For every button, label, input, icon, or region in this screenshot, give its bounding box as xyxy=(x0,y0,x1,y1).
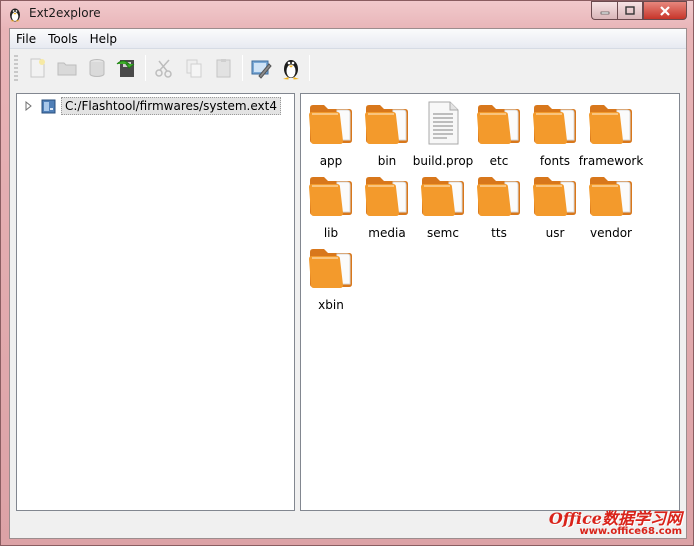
folder-item[interactable]: xbin xyxy=(303,242,359,314)
folder-item[interactable]: usr xyxy=(527,170,583,242)
expand-arrow-icon[interactable] xyxy=(23,100,35,112)
menu-file[interactable]: File xyxy=(10,29,42,49)
folder-item[interactable]: vendor xyxy=(583,170,639,242)
file-name-label: semc xyxy=(427,226,459,240)
maximize-icon xyxy=(625,5,635,15)
paste-button[interactable] xyxy=(209,53,239,83)
folder-icon xyxy=(418,170,468,220)
folder-item[interactable]: semc xyxy=(415,170,471,242)
toolbar-separator xyxy=(242,55,243,81)
folder-icon xyxy=(474,170,524,220)
file-name-label: media xyxy=(368,226,406,240)
watermark: Office数据学习网 www.office68.com xyxy=(549,511,682,537)
folder-icon xyxy=(586,170,636,220)
folder-icon xyxy=(362,98,412,148)
file-name-label: framework xyxy=(578,154,644,168)
watermark-url: www.office68.com xyxy=(579,526,682,537)
menu-help[interactable]: Help xyxy=(84,29,123,49)
window-title: Ext2explore xyxy=(29,6,101,20)
settings-button[interactable] xyxy=(246,53,276,83)
folder-item[interactable]: tts xyxy=(471,170,527,242)
app-window: Ext2explore File Tools Help C:/Flashtool… xyxy=(0,0,694,546)
drive-icon xyxy=(41,98,57,114)
document-icon xyxy=(418,98,468,148)
copy-button[interactable] xyxy=(179,53,209,83)
open-folder-button[interactable] xyxy=(52,53,82,83)
watermark-title: Office数据学习网 xyxy=(548,509,682,528)
toolbar-grip[interactable] xyxy=(14,55,18,81)
file-name-label: build.prop xyxy=(412,154,474,168)
save-icon xyxy=(116,60,135,77)
toolbar-separator xyxy=(309,55,310,81)
folder-item[interactable]: media xyxy=(359,170,415,242)
linux-penguin-icon xyxy=(283,60,299,80)
save-button[interactable] xyxy=(112,53,142,83)
disk-button[interactable] xyxy=(82,53,112,83)
file-name-label: fonts xyxy=(539,154,571,168)
close-button[interactable] xyxy=(643,1,687,20)
status-bar: Office数据学习网 www.office68.com xyxy=(10,511,686,538)
toolbar-separator xyxy=(145,55,146,81)
copy-icon xyxy=(186,59,202,78)
paste-icon xyxy=(216,59,231,78)
settings-icon xyxy=(251,60,272,79)
linux-button[interactable] xyxy=(276,53,306,83)
folder-icon xyxy=(306,98,356,148)
folder-icon xyxy=(57,62,77,76)
folder-tree-pane[interactable]: C:/Flashtool/firmwares/system.ext4 xyxy=(16,93,295,511)
penguin-icon xyxy=(7,6,23,22)
folder-icon xyxy=(586,98,636,148)
file-name-label: lib xyxy=(323,226,339,240)
menu-tools[interactable]: Tools xyxy=(42,29,84,49)
tree-root-item[interactable]: C:/Flashtool/firmwares/system.ext4 xyxy=(23,97,281,115)
file-name-label: usr xyxy=(545,226,565,240)
file-name-label: vendor xyxy=(590,226,632,240)
client-area: File Tools Help C:/Flashtool/firmwares/s… xyxy=(9,28,687,539)
new-file-icon xyxy=(30,58,45,78)
close-icon xyxy=(660,5,670,16)
toolbar xyxy=(10,50,686,86)
file-item[interactable]: build.prop xyxy=(412,98,474,170)
title-bar[interactable]: Ext2explore xyxy=(1,1,693,27)
cut-button[interactable] xyxy=(149,53,179,83)
folder-icon xyxy=(474,98,524,148)
folder-item[interactable]: app xyxy=(303,98,359,170)
folder-icon xyxy=(306,170,356,220)
tree-root-label: C:/Flashtool/firmwares/system.ext4 xyxy=(61,97,281,115)
maximize-button[interactable] xyxy=(617,1,643,20)
folder-item[interactable]: fonts xyxy=(527,98,583,170)
disk-icon xyxy=(89,59,105,77)
folder-item[interactable]: framework xyxy=(579,98,643,170)
folder-item[interactable]: lib xyxy=(303,170,359,242)
menu-bar: File Tools Help xyxy=(10,29,686,49)
minimize-icon xyxy=(600,11,609,14)
file-name-label: app xyxy=(319,154,343,168)
new-file-button[interactable] xyxy=(22,53,52,83)
file-name-label: bin xyxy=(377,154,397,168)
folder-icon xyxy=(306,242,356,292)
minimize-button[interactable] xyxy=(591,1,617,20)
file-name-label: xbin xyxy=(318,298,344,312)
folder-icon xyxy=(530,98,580,148)
folder-icon xyxy=(530,170,580,220)
cut-icon xyxy=(155,59,172,78)
folder-item[interactable]: etc xyxy=(471,98,527,170)
file-list-pane[interactable]: app bin build.prop etc fonts framework lib medi… xyxy=(300,93,680,511)
folder-icon xyxy=(362,170,412,220)
file-grid: app bin build.prop etc fonts framework lib medi… xyxy=(303,98,679,314)
file-name-label: etc xyxy=(489,154,509,168)
folder-item[interactable]: bin xyxy=(359,98,415,170)
file-name-label: tts xyxy=(491,226,507,240)
